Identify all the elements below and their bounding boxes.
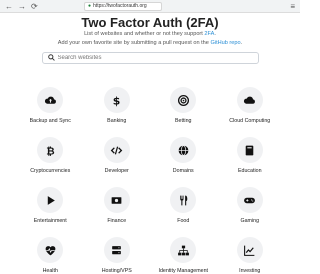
category-banking[interactable]: $ Banking [84,87,151,124]
server-icon [112,245,122,254]
category-identity-management[interactable]: Identity Management [150,237,217,274]
category-grid: Backup and Sync $ Banking Betting Cloud … [17,87,283,274]
category-label: Hosting/VPS [101,268,132,274]
code-icon [110,146,123,154]
subtitle-line-2-text: Add your own favorite site by submitting… [57,40,209,46]
subtitle-line-1-text: List of websites and whether or not they… [84,31,203,37]
cloud-icon [244,96,256,104]
2fa-link[interactable]: 2FA [204,31,214,37]
chart-line-icon [244,245,255,256]
category-label: Backup and Sync [29,118,71,124]
category-domains[interactable]: Domains [150,137,217,174]
subtitle-line-2: Add your own favorite site by submitting… [0,39,300,48]
category-label: Food [177,218,190,224]
subtitle-line-2-end: . [240,40,243,46]
github-repo-link[interactable]: GitHub repo [210,40,240,46]
search-box[interactable] [41,52,259,64]
category-label: Identity Management [158,268,208,274]
money-icon [111,196,122,204]
category-developer[interactable]: Developer [84,137,151,174]
hero: Two Factor Auth (2FA) List of websites a… [0,15,300,64]
category-finance[interactable]: Finance [84,187,151,224]
category-label: Entertainment [33,218,67,224]
category-label: Education [237,168,262,174]
subtitle-line-1-end: . [214,31,216,37]
page-title: Two Factor Auth (2FA) [81,15,219,30]
sitemap-icon [177,245,189,255]
category-label: Betting [175,118,192,124]
globe-icon [178,144,189,156]
category-health[interactable]: Health [17,237,84,274]
lock-icon: ● [88,3,92,9]
forward-icon[interactable]: → [18,2,26,11]
back-icon[interactable]: ← [5,2,13,11]
category-label: Banking [107,118,127,124]
category-label: Finance [107,218,127,224]
category-investing[interactable]: Investing [217,237,284,274]
book-icon [245,145,254,155]
category-education[interactable]: Education [217,137,284,174]
svg-text:$: $ [113,94,121,107]
dollar-icon: $ [113,94,121,107]
utensils-icon [180,195,188,205]
menu-icon[interactable]: ≡ [290,2,295,11]
heartbeat-icon [45,245,56,255]
category-label: Domains [172,168,194,174]
category-food[interactable]: Food [150,187,217,224]
category-cloud-computing[interactable]: Cloud Computing [217,87,284,124]
category-label: Cryptocurrencies [30,168,71,174]
search-input[interactable] [57,55,248,61]
category-label: Developer [104,168,129,174]
category-backup-and-sync[interactable]: Backup and Sync [17,87,84,124]
category-betting[interactable]: Betting [150,87,217,124]
cloud-upload-icon [44,96,56,104]
browser-toolbar: ← → ⟳ ● https://twofactorauth.org ≡ [0,0,300,13]
address-url: https://twofactorauth.org [93,3,147,9]
category-entertainment[interactable]: Entertainment [17,187,84,224]
category-label: Health [42,268,58,274]
gamepad-icon [244,197,256,203]
category-label: Gaming [240,218,260,224]
category-hosting-vps[interactable]: Hosting/VPS [84,237,151,274]
category-cryptocurrencies[interactable]: ₿ Cryptocurrencies [17,137,84,174]
svg-text:₿: ₿ [46,145,54,157]
target-icon [177,94,189,106]
category-label: Investing [239,268,261,274]
subtitle-line-1: List of websites and whether or not they… [0,30,300,39]
address-bar[interactable]: ● https://twofactorauth.org [84,2,162,11]
search-icon [47,53,55,63]
category-gaming[interactable]: Gaming [217,187,284,224]
reload-icon[interactable]: ⟳ [31,2,38,11]
play-icon [47,195,55,205]
bitcoin-icon: ₿ [46,145,54,157]
category-label: Cloud Computing [229,118,271,124]
